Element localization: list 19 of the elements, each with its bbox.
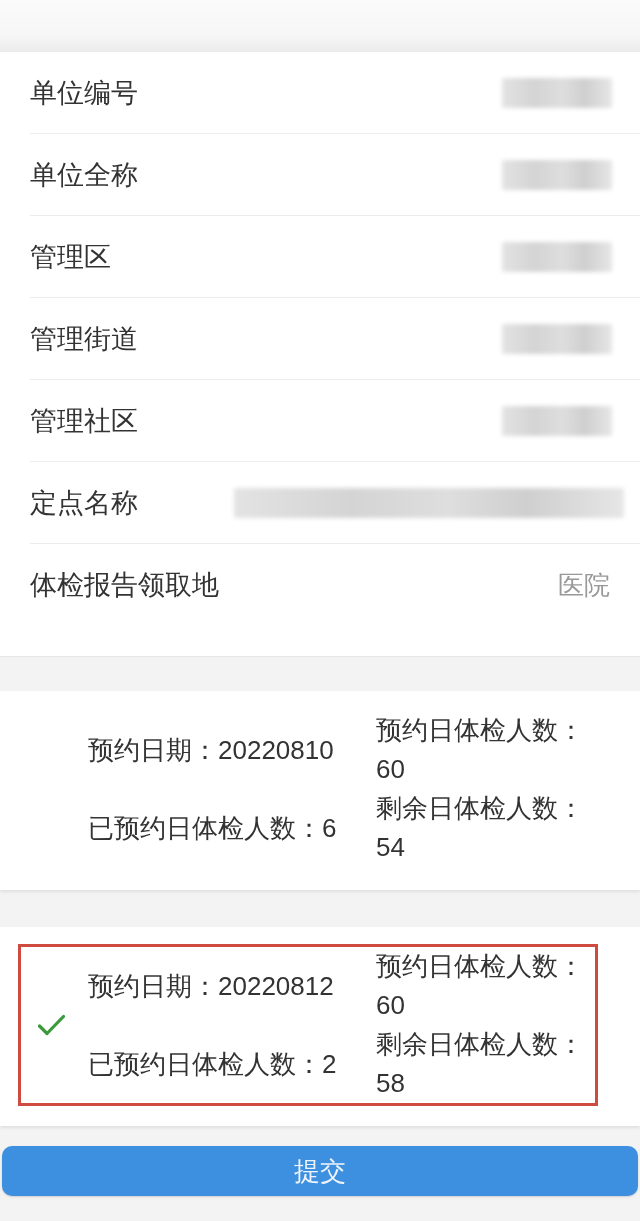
field-label: 体检报告领取地 (30, 569, 219, 602)
remaining-count: 剩余日体检人数：58 (376, 1028, 585, 1100)
field-label: 单位全称 (30, 158, 138, 192)
slot-card[interactable]: 预约日期：20220812 预约日体检人数：60 已预约日体检人数：2 剩余日体检人数：58 (0, 927, 640, 1126)
check-icon (38, 1014, 65, 1036)
field-value: 医院 (558, 568, 610, 602)
field-label: 管理社区 (30, 404, 138, 438)
booked-count: 已预约日体检人数：6 (88, 811, 338, 845)
slot-card[interactable]: 预约日期：20220810 预约日体检人数：60 已预约日体检人数：6 剩余日体检人数：54 (0, 691, 640, 890)
field-label: 管理街道 (30, 322, 138, 356)
field-label: 单位编号 (30, 76, 138, 110)
field-label: 管理区 (30, 240, 111, 274)
field-label: 定点名称 (30, 486, 138, 520)
booked-count: 已预约日体检人数：2 (88, 1047, 338, 1081)
capacity-count: 预约日体检人数：60 (376, 950, 585, 1022)
slot-date: 预约日期：20220810 (88, 733, 335, 767)
remaining-count: 剩余日体检人数：54 (376, 792, 585, 864)
slot-date: 预约日期：20220812 (88, 969, 335, 1003)
capacity-count: 预约日体检人数：60 (376, 714, 585, 786)
